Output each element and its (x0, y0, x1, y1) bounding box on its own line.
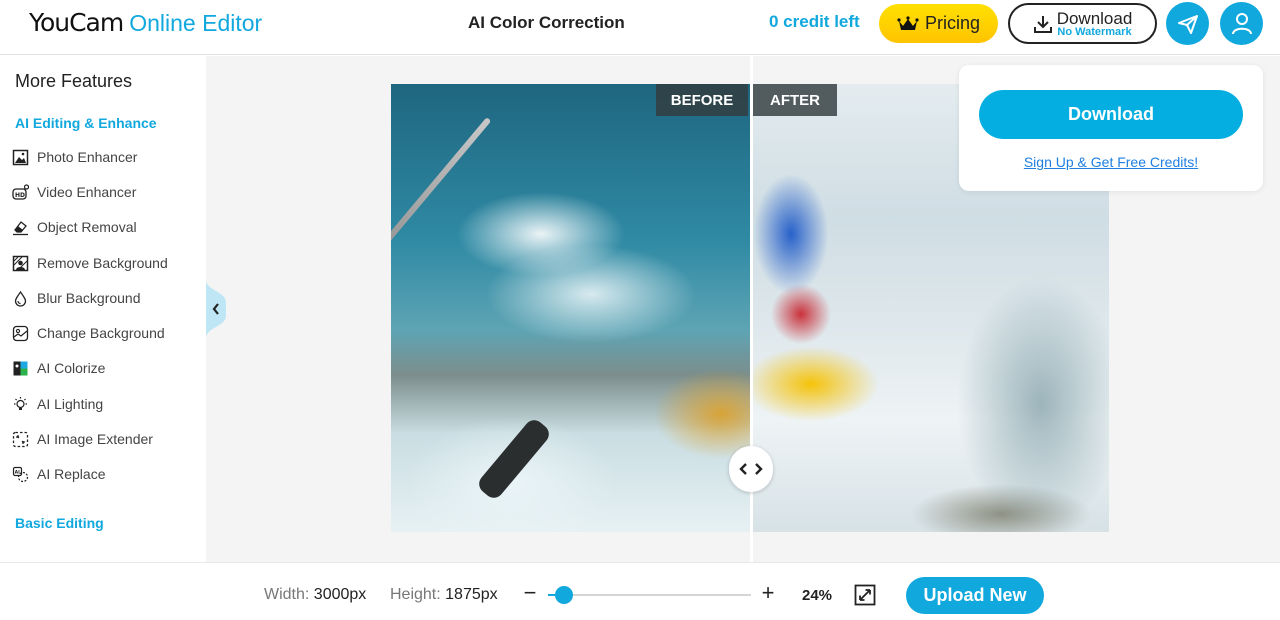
sidebar-item-ai-image-extender[interactable]: AI Image Extender (12, 429, 153, 449)
sidebar-item-video-enhancer[interactable]: HD Video Enhancer (12, 182, 136, 202)
expand-icon (12, 431, 29, 447)
paper-plane-icon (1177, 14, 1198, 34)
logo-brand: YouCam (29, 8, 124, 37)
signup-link[interactable]: Sign Up & Get Free Credits! (959, 154, 1263, 170)
zoom-slider[interactable] (548, 586, 751, 604)
zoom-out-button[interactable]: − (520, 581, 540, 605)
credit-count: 0 credit left (769, 12, 860, 31)
logo-subtitle: Online Editor (129, 10, 263, 36)
photo-enhancer-icon (12, 149, 29, 165)
sidebar-item-label: Change Background (37, 325, 165, 341)
sidebar-title: More Features (15, 71, 133, 91)
download-popup: Download Sign Up & Get Free Credits! (959, 65, 1263, 191)
sidebar-item-label: Blur Background (37, 290, 141, 306)
fit-screen-button[interactable] (854, 584, 876, 606)
sidebar-collapse-button[interactable] (206, 280, 228, 338)
image-height: Height: 1875px (390, 586, 498, 604)
popup-download-button[interactable]: Download (979, 90, 1243, 139)
zoom-level: 24% (802, 587, 833, 604)
sidebar-item-remove-background[interactable]: Remove Background (12, 253, 168, 273)
logo[interactable]: YouCam Online Editor (29, 8, 262, 37)
after-label: AFTER (753, 84, 837, 116)
sidebar-item-label: Object Removal (37, 219, 137, 235)
sidebar-item-label: AI Colorize (37, 360, 106, 376)
sidebar-item-ai-colorize[interactable]: AI Colorize (12, 358, 105, 378)
expand-arrows-icon (859, 589, 871, 601)
image-icon (12, 325, 29, 341)
sidebar-item-label: AI Image Extender (37, 431, 153, 447)
height-key: Height: (390, 586, 441, 603)
sidebar-item-label: Photo Enhancer (37, 149, 138, 165)
sidebar-item-ai-lighting[interactable]: AI Lighting (12, 394, 103, 414)
sidebar: More Features AI Editing & Enhance Photo… (0, 56, 206, 562)
before-image (391, 84, 751, 532)
svg-text:HD: HD (15, 192, 25, 199)
sidebar-category-basic-editing: Basic Editing (15, 515, 104, 531)
pricing-label: Pricing (924, 13, 981, 33)
remove-bg-icon (12, 255, 29, 271)
crown-icon (897, 15, 919, 30)
sidebar-category-ai-editing: AI Editing & Enhance (15, 115, 157, 131)
account-button[interactable] (1220, 2, 1263, 45)
lightbulb-icon (14, 396, 27, 410)
bottom-bar: Width: 3000px Height: 1875px − + 24% Upl… (0, 562, 1280, 620)
ai-replace-icon: AI (12, 466, 29, 482)
user-icon (1231, 12, 1252, 34)
compare-slider-handle[interactable] (729, 446, 773, 492)
colorize-icon (13, 361, 28, 375)
pricing-button[interactable]: Pricing (879, 4, 998, 43)
chevron-right-icon (755, 463, 763, 475)
eraser-icon (13, 220, 28, 235)
width-value: 3000px (313, 586, 367, 603)
sidebar-item-label: Remove Background (37, 255, 168, 271)
chevron-left-icon (739, 463, 747, 475)
hd-video-icon: HD (12, 183, 29, 200)
svg-text:AI: AI (15, 469, 20, 475)
zoom-in-button[interactable]: + (758, 581, 778, 605)
no-watermark-label: No Watermark (1057, 25, 1132, 38)
sidebar-item-change-background[interactable]: Change Background (12, 323, 165, 343)
sidebar-item-label: AI Lighting (37, 396, 104, 412)
width-key: Width: (264, 586, 310, 603)
sidebar-item-blur-background[interactable]: Blur Background (12, 288, 141, 308)
upload-new-button[interactable]: Upload New (906, 577, 1044, 614)
download-no-watermark-button[interactable]: Download No Watermark (1008, 3, 1157, 44)
zoom-slider-thumb[interactable] (555, 586, 574, 604)
share-button[interactable] (1166, 2, 1209, 45)
sidebar-item-label: Video Enhancer (37, 184, 137, 200)
sidebar-item-ai-replace[interactable]: AI AI Replace (12, 464, 105, 484)
droplet-icon (14, 290, 27, 307)
sidebar-item-photo-enhancer[interactable]: Photo Enhancer (12, 147, 137, 167)
height-value: 1875px (445, 586, 498, 603)
sidebar-item-label: AI Replace (37, 466, 106, 482)
before-label: BEFORE (656, 84, 748, 116)
image-width: Width: 3000px (264, 586, 366, 604)
page-title: AI Color Correction (468, 13, 625, 32)
download-label: Download (1056, 8, 1133, 28)
download-icon (1033, 15, 1052, 33)
top-bar: YouCam Online Editor AI Color Correction… (0, 0, 1280, 55)
sidebar-item-object-removal[interactable]: Object Removal (12, 217, 137, 237)
